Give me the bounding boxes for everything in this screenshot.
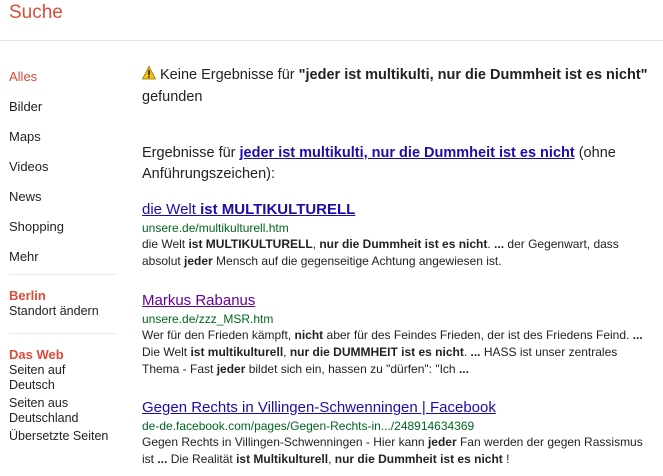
instead-query-link[interactable]: jeder ist multikulti, nur die Dummheit i… bbox=[240, 145, 575, 161]
result-snippet: die Welt ist MULTIKULTURELL, nur die Dum… bbox=[142, 237, 619, 268]
filter-translated-pages[interactable]: Übersetzte Seiten bbox=[9, 429, 119, 444]
sidebar-item-videos[interactable]: Videos bbox=[9, 158, 119, 188]
snippet-highlight: nur die Dummheit ist es nicht bbox=[319, 237, 488, 251]
snippet-highlight: jeder bbox=[184, 254, 213, 268]
web-heading: Das Web bbox=[9, 347, 64, 362]
page-title: Suche bbox=[9, 2, 63, 23]
sidebar-divider bbox=[9, 274, 117, 275]
result-snippet: Wer für den Frieden kämpft, nicht aber f… bbox=[142, 328, 643, 376]
no-results-query: "jeder ist multikulti, nur die Dummheit … bbox=[298, 67, 648, 83]
no-results-message: Keine Ergebnisse für "jeder ist multikul… bbox=[142, 64, 657, 108]
result-url: unsere.de/multikulturell.htm bbox=[142, 221, 289, 235]
search-result: Markus Rabanus unsere.de/zzz_MSR.htm Wer… bbox=[142, 291, 657, 378]
result-title-link[interactable]: Gegen Rechts in Villingen-Schwenningen |… bbox=[142, 398, 496, 418]
snippet-highlight: ist MULTIKULTURELL bbox=[188, 237, 313, 251]
snippet-highlight: jeder bbox=[216, 362, 246, 376]
sidebar-item-mehr[interactable]: Mehr bbox=[9, 248, 119, 272]
snippet-highlight: ... bbox=[470, 345, 481, 359]
result-url: de-de.facebook.com/pages/Gegen-Rechts-in… bbox=[142, 419, 475, 433]
snippet-highlight: ... bbox=[157, 452, 168, 466]
sidebar-item-alles[interactable]: Alles bbox=[9, 68, 119, 98]
no-results-prefix: Keine Ergebnisse für bbox=[160, 67, 299, 83]
snippet-highlight: ... bbox=[458, 362, 469, 376]
snippet-highlight: ... bbox=[632, 328, 643, 342]
result-title-link[interactable]: die Welt ist MULTIKULTURELL bbox=[142, 200, 355, 220]
sidebar-item-news[interactable]: News bbox=[9, 188, 119, 218]
results-without-quotes: Ergebnisse für jeder ist multikulti, nur… bbox=[142, 143, 657, 185]
snippet-highlight: jeder bbox=[427, 435, 457, 449]
snippet-highlight: ist Multikulturell bbox=[236, 452, 329, 466]
top-bar: Suche bbox=[0, 0, 663, 41]
search-result: Gegen Rechts in Villingen-Schwenningen |… bbox=[142, 398, 657, 468]
snippet-highlight: ist multikulturell bbox=[190, 345, 284, 359]
sidebar-item-maps[interactable]: Maps bbox=[9, 128, 119, 158]
warning-icon bbox=[142, 66, 156, 80]
no-results-suffix: gefunden bbox=[142, 89, 203, 105]
snippet-highlight: nicht bbox=[294, 328, 324, 342]
result-url: unsere.de/zzz_MSR.htm bbox=[142, 312, 274, 326]
snippet-highlight: nur die DUMMHEIT ist es nicht bbox=[289, 345, 464, 359]
sidebar: Alles Bilder Maps Videos News Shopping M… bbox=[9, 68, 119, 444]
filter-pages-from-germany[interactable]: Seiten aus Deutschland bbox=[9, 396, 91, 426]
result-title-link[interactable]: Markus Rabanus bbox=[142, 291, 255, 311]
sidebar-item-bilder[interactable]: Bilder bbox=[9, 98, 119, 128]
result-snippet: Gegen Rechts in Villingen-Schwenningen -… bbox=[142, 435, 643, 466]
snippet-highlight: ... bbox=[494, 237, 505, 251]
snippet-highlight: nur die Dummheit ist es nicht bbox=[334, 452, 503, 466]
sidebar-item-shopping[interactable]: Shopping bbox=[9, 218, 119, 248]
search-result: die Welt ist MULTIKULTURELL unsere.de/mu… bbox=[142, 200, 657, 270]
change-location-link[interactable]: Standort ändern bbox=[9, 304, 119, 319]
instead-prefix: Ergebnisse für bbox=[142, 145, 240, 161]
location-heading: Berlin bbox=[9, 288, 46, 303]
filter-pages-in-german[interactable]: Seiten auf Deutsch bbox=[9, 363, 79, 393]
sidebar-divider bbox=[9, 333, 117, 334]
